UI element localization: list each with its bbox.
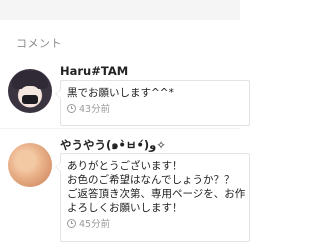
comment-text: 黒でお願いします^^* — [67, 87, 174, 99]
divider — [0, 128, 240, 129]
clock-icon — [67, 219, 76, 228]
comment-timestamp: 45分前 — [67, 219, 249, 231]
comment-timestamp: 43分前 — [67, 104, 249, 116]
avatar-mask-shape — [22, 95, 38, 104]
user-avatar[interactable] — [8, 143, 52, 187]
comment-text-line: ありがとうございます！ — [67, 160, 183, 172]
user-avatar[interactable] — [8, 69, 52, 113]
comment-bubble: ありがとうございます！ お色のご希望はなんでしょうか？？ ご返答頂き次第、専用ペ… — [55, 153, 250, 242]
comment-text-line: ご返答頂き次第、専用ページを、お作 — [67, 188, 246, 200]
comment-time-text: 45分前 — [79, 219, 111, 230]
comment-username[interactable]: Haru#TAM — [60, 64, 128, 78]
comment-text-line: お色のご希望はなんでしょうか？？ — [67, 174, 235, 186]
top-bar — [0, 0, 240, 20]
clock-icon — [67, 104, 76, 113]
comment-bubble: 黒でお願いします^^* 43分前 — [55, 80, 250, 126]
comment-text-line: よろしくお願いします！ — [67, 202, 183, 214]
comment-time-text: 43分前 — [79, 104, 111, 115]
comments-section-title: コメント — [16, 37, 62, 50]
